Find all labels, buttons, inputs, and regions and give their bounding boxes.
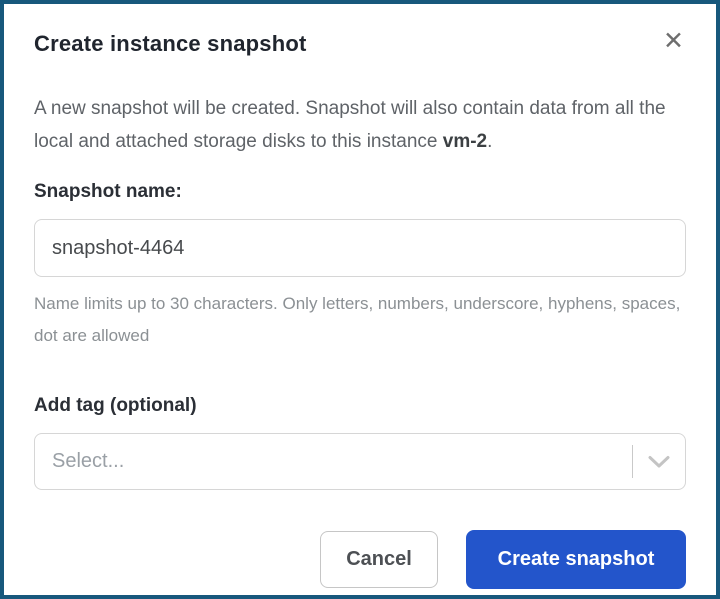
snapshot-name-helper-text: Name limits up to 30 characters. Only le… <box>34 288 686 352</box>
dialog-title: Create instance snapshot <box>34 31 307 57</box>
cancel-button[interactable]: Cancel <box>320 531 438 588</box>
tag-select-placeholder: Select... <box>35 450 632 473</box>
snapshot-name-label: Snapshot name: <box>34 181 686 203</box>
dialog-footer: Cancel Create snapshot <box>34 530 686 589</box>
tag-select[interactable]: Select... <box>34 433 686 490</box>
add-tag-label: Add tag (optional) <box>34 395 686 417</box>
dialog-description: A new snapshot will be created. Snapshot… <box>34 92 686 158</box>
snapshot-name-input[interactable] <box>34 219 686 277</box>
close-icon[interactable]: ✕ <box>663 30 684 52</box>
create-instance-snapshot-dialog: Create instance snapshot ✕ A new snapsho… <box>0 0 720 599</box>
description-text: A new snapshot will be created. Snapshot… <box>34 98 666 152</box>
dialog-header: Create instance snapshot ✕ <box>34 31 686 57</box>
description-text-end: . <box>487 131 492 152</box>
chevron-down-icon[interactable] <box>633 455 685 469</box>
instance-name: vm-2 <box>443 131 487 152</box>
create-snapshot-button[interactable]: Create snapshot <box>466 530 686 589</box>
